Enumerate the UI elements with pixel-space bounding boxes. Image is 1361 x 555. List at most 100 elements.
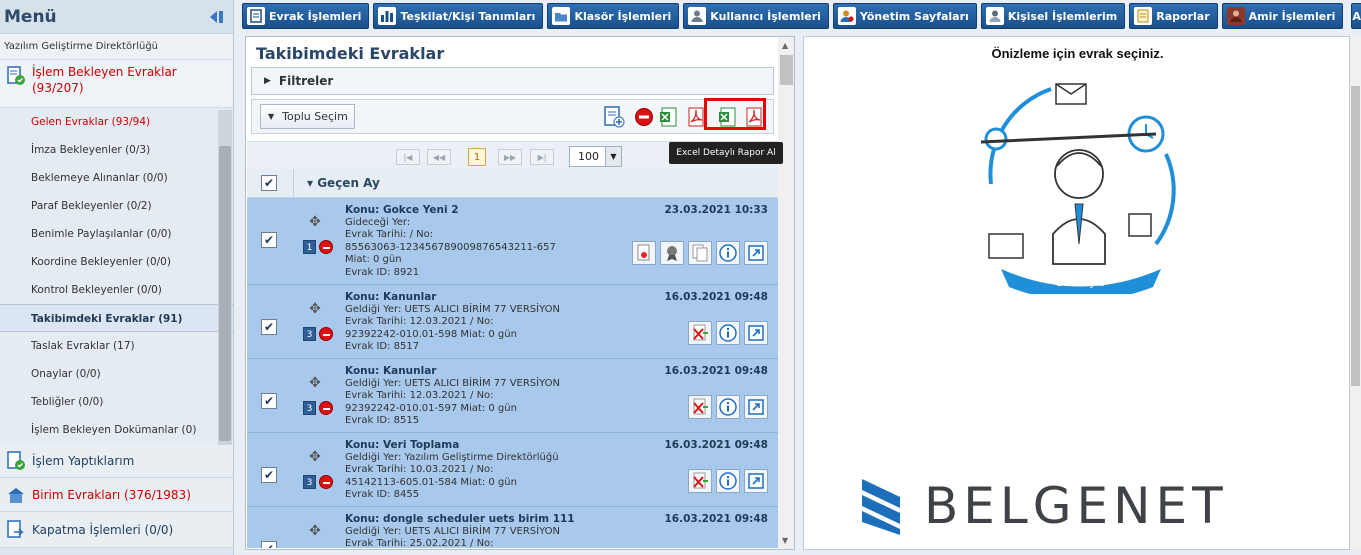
remove-icon[interactable] <box>632 105 656 129</box>
open-external-icon[interactable] <box>744 395 768 419</box>
move-icon[interactable]: ✥ <box>307 301 323 317</box>
move-icon[interactable]: ✥ <box>307 523 323 539</box>
row-actions <box>688 321 768 345</box>
document-row[interactable]: ✔ ✥ 3 Konu: Kanunlar Geldiği Yer: UETS A… <box>247 359 778 433</box>
sidebar-item-approvals[interactable]: Onaylar (0/0) <box>0 360 233 388</box>
menu-document-operations[interactable]: Evrak İşlemleri <box>242 3 370 29</box>
sidebar-section-unit-documents[interactable]: Birim Evrakları (376/1983) <box>0 478 233 512</box>
excel-icon[interactable] <box>657 105 681 129</box>
menu-user-operations[interactable]: Kullanıcı İşlemleri <box>683 3 829 29</box>
info-icon[interactable] <box>716 395 740 419</box>
reject-icon[interactable] <box>688 469 712 493</box>
sidebar-item-awaiting-coordination[interactable]: Koordine Bekleyenler (0/0) <box>0 248 233 276</box>
prev-page-button[interactable]: ◀◀ <box>427 149 451 165</box>
document-row[interactable]: ✔ ✥ 3 Konu: Veri Toplama Geldiği Yer: Ya… <box>247 433 778 507</box>
priority-badge: 3 <box>303 401 316 415</box>
reject-icon[interactable] <box>688 395 712 419</box>
page-size-value: 100 <box>578 150 599 163</box>
font-increase-button[interactable]: A+ <box>1351 3 1361 29</box>
filters-toggle[interactable]: ▶ Filtreler <box>251 67 774 95</box>
add-document-icon[interactable] <box>602 105 626 129</box>
document-row[interactable]: ✔ ✥ 1 Konu: Gokce Yeni 2 Gideceği Yer: E… <box>247 198 778 285</box>
sidebar-section-pending[interactable]: İşlem Bekleyen Evraklar (93/207) <box>0 60 233 108</box>
info-icon[interactable] <box>716 321 740 345</box>
sidebar-item-on-hold[interactable]: Beklemeye Alınanlar (0/0) <box>0 164 233 192</box>
document-row[interactable]: ✔ ✥ 3 Konu: Kanunlar Geldiği Yer: UETS A… <box>247 285 778 359</box>
sidebar-scrollbar[interactable] <box>218 110 232 445</box>
copy-document-icon[interactable] <box>688 241 712 265</box>
menu-organization-definitions[interactable]: Teşkilat/Kişi Tanımları <box>373 3 544 29</box>
row-subject: Konu: dongle scheduler uets birim 111 <box>345 513 575 525</box>
row-line: Geldiği Yer: UETS ALICI BİRİM 77 VERSİYO… <box>345 303 561 315</box>
row-checkbox[interactable]: ✔ <box>261 232 277 248</box>
row-subject: Konu: Gokce Yeni 2 <box>345 204 459 216</box>
certificate-icon[interactable] <box>660 241 684 265</box>
report-icon <box>1134 7 1153 25</box>
preview-scrollbar[interactable] <box>1350 36 1361 550</box>
sidebar-item-shared-with-me[interactable]: Benimle Paylaşılanlar (0/0) <box>0 220 233 248</box>
logo-text: BELGENET <box>924 477 1228 535</box>
first-page-button[interactable]: |◀ <box>396 149 420 165</box>
menu-manager-operations[interactable]: Amir İşlemleri <box>1221 3 1344 29</box>
remove-icon[interactable] <box>319 240 333 254</box>
row-details: Konu: Kanunlar Geldiği Yer: UETS ALICI B… <box>345 365 560 428</box>
last-page-button[interactable]: ▶| <box>530 149 554 165</box>
page-size-select[interactable]: 100 ▼ <box>569 146 622 167</box>
sidebar-section-processed[interactable]: İşlem Yaptıklarım <box>0 444 233 478</box>
move-icon[interactable]: ✥ <box>307 375 323 391</box>
info-icon[interactable] <box>716 241 740 265</box>
document-status-icon[interactable] <box>632 241 656 265</box>
panel-scrollbar[interactable]: ▲ ▼ <box>778 37 794 549</box>
document-list: ✔ ✥ 1 Konu: Gokce Yeni 2 Gideceği Yer: E… <box>247 198 778 548</box>
remove-icon[interactable] <box>319 475 333 489</box>
menu-personal-operations[interactable]: Kişisel İşlemlerim <box>980 3 1126 29</box>
manager-icon <box>1226 7 1245 25</box>
info-icon[interactable] <box>716 469 740 493</box>
move-icon[interactable]: ✥ <box>307 214 323 230</box>
document-icon <box>247 7 265 25</box>
menu-title: Menü <box>4 6 57 27</box>
sidebar-item-awaiting-initial[interactable]: Paraf Bekleyenler (0/2) <box>0 192 233 220</box>
document-row[interactable]: ✔ ✥ 3 Konu: dongle scheduler uets birim … <box>247 507 778 548</box>
reject-icon[interactable] <box>688 321 712 345</box>
open-external-icon[interactable] <box>744 469 768 493</box>
sidebar-item-incoming[interactable]: Gelen Evraklar (93/94) <box>0 108 233 136</box>
sidebar-item-pending-documents[interactable]: İşlem Bekleyen Dokümanlar (0) <box>0 416 233 444</box>
bulk-select-dropdown[interactable]: ▼ Toplu Seçim <box>260 104 355 129</box>
open-external-icon[interactable] <box>744 321 768 345</box>
row-checkbox[interactable]: ✔ <box>261 467 277 483</box>
row-details: Konu: dongle scheduler uets birim 111 Ge… <box>345 513 575 548</box>
group-checkbox[interactable]: ✔ <box>261 175 277 191</box>
sidebar-section-closing[interactable]: Kapatma İşlemleri (0/0) <box>0 512 233 548</box>
sidebar-item-drafts[interactable]: Taslak Evraklar (17) <box>0 332 233 360</box>
menu-label: Yönetim Sayfaları <box>859 9 969 23</box>
scroll-up-icon[interactable]: ▲ <box>782 41 788 50</box>
sidebar-item-tracked[interactable]: Takibimdeki Evraklar (91) <box>0 304 233 332</box>
open-external-icon[interactable] <box>744 241 768 265</box>
sidebar-scrollbar-thumb[interactable] <box>219 146 231 441</box>
panel-scrollbar-thumb[interactable] <box>780 55 793 85</box>
collapse-menu-icon[interactable] <box>207 9 225 25</box>
menu-reports[interactable]: Raporlar <box>1129 3 1218 29</box>
sidebar-item-awaiting-control[interactable]: Kontrol Bekleyenler (0/0) <box>0 276 233 304</box>
preview-scrollbar-thumb[interactable] <box>1351 86 1360 386</box>
remove-icon[interactable] <box>319 401 333 415</box>
row-checkbox[interactable]: ✔ <box>261 393 277 409</box>
menu-admin-pages[interactable]: Yönetim Sayfaları <box>832 3 977 29</box>
next-page-button[interactable]: ▶▶ <box>498 149 522 165</box>
row-actions <box>688 395 768 419</box>
priority-badge: 3 <box>303 327 316 341</box>
scroll-down-icon[interactable]: ▼ <box>782 536 788 545</box>
row-checkbox[interactable]: ✔ <box>261 319 277 335</box>
row-checkbox[interactable]: ✔ <box>261 541 277 548</box>
row-line: 85563063-123456789009876543211-657 <box>345 241 556 253</box>
row-line: Geldiği Yer: UETS ALICI BİRİM 77 VERSİYO… <box>345 377 561 389</box>
sidebar-item-notifications[interactable]: Tebliğler (0/0) <box>0 388 233 416</box>
menu-folder-operations[interactable]: Klasör İşlemleri <box>547 3 680 29</box>
sidebar-item-awaiting-signature[interactable]: İmza Bekleyenler (0/3) <box>0 136 233 164</box>
group-header[interactable]: ✔ ▾ Geçen Ay <box>247 169 778 198</box>
move-icon[interactable]: ✥ <box>307 449 323 465</box>
current-page[interactable]: 1 <box>468 148 486 166</box>
remove-icon[interactable] <box>319 327 333 341</box>
row-subject: Konu: Kanunlar <box>345 291 437 303</box>
